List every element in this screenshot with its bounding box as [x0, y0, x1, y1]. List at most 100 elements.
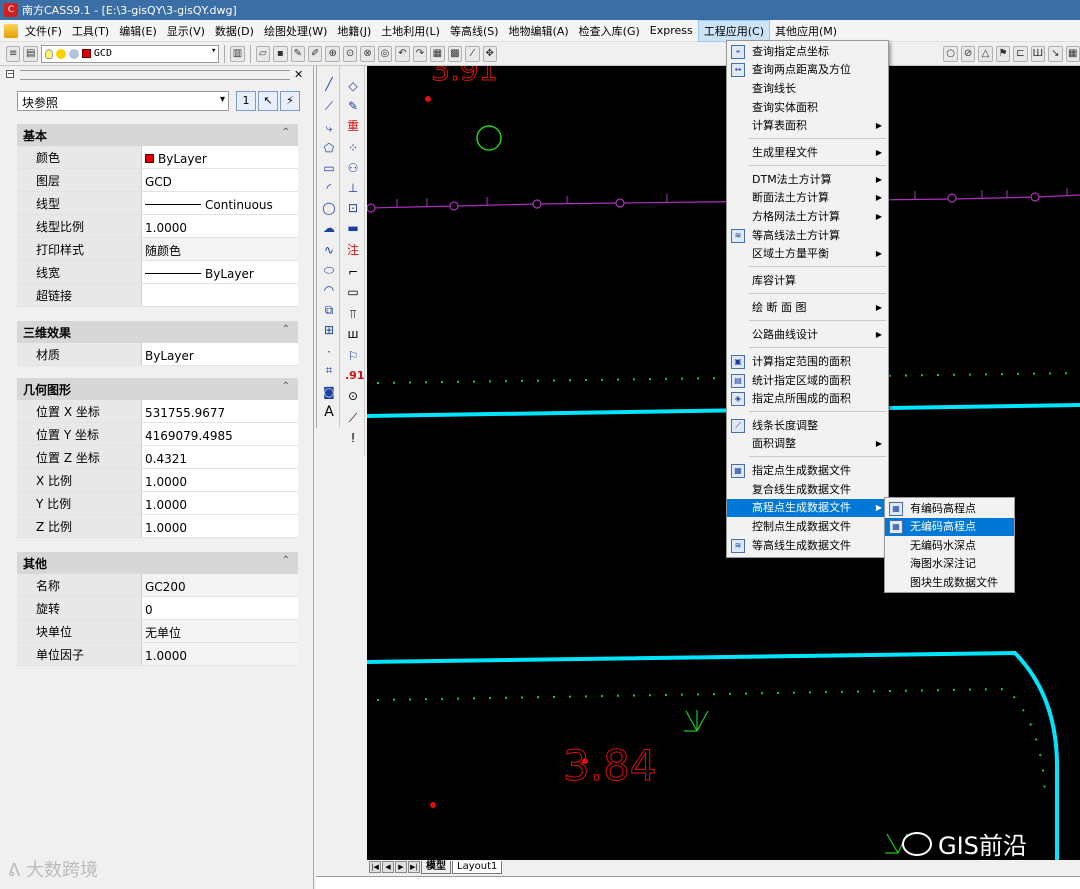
tab-model[interactable]: 模型: [421, 860, 451, 874]
menu-view[interactable]: 显示(V): [162, 21, 210, 41]
prop-row-material[interactable]: 材质 ByLayer: [17, 343, 298, 366]
menu-contour-earthwork[interactable]: ≋ 等高线法土方计算: [727, 227, 888, 245]
zoom-realtime-icon[interactable]: ⊕: [325, 45, 340, 62]
tag-icon[interactable]: ◇: [345, 78, 361, 94]
layer-state-icon[interactable]: ▤: [23, 45, 38, 62]
prop-value[interactable]: 1.0000: [142, 492, 298, 514]
rectangle-icon[interactable]: ▭: [321, 160, 337, 176]
binoculars-icon[interactable]: ⚇: [345, 160, 361, 176]
menu-area-adjust[interactable]: 面积调整 ▶: [727, 435, 888, 453]
menu-edit[interactable]: 编辑(E): [114, 21, 162, 41]
menu-section-earthwork[interactable]: 断面法土方计算 ▶: [727, 189, 888, 207]
prop-row-linetype[interactable]: 线型 Continuous: [17, 192, 298, 215]
flag-icon[interactable]: ⚑: [995, 45, 1011, 62]
prop-row-scale-x[interactable]: X 比例 1.0000: [17, 469, 298, 492]
prop-row-scale-z[interactable]: Z 比例 1.0000: [17, 515, 298, 538]
prop-row-pos-x[interactable]: 位置 X 坐标 531755.9677: [17, 400, 298, 423]
prop-row-pos-y[interactable]: 位置 Y 坐标 4169079.4985: [17, 423, 298, 446]
polygon-icon[interactable]: ⬠: [321, 140, 337, 156]
menu-express[interactable]: Express: [645, 22, 698, 39]
prop-value[interactable]: 1.0000: [142, 215, 298, 237]
toggle-pickadd-button[interactable]: 1: [236, 91, 256, 111]
prop-value[interactable]: ByLayer: [142, 261, 298, 283]
layers-icon[interactable]: ≡: [6, 45, 21, 62]
fence-icon[interactable]: Ш: [1030, 45, 1046, 62]
ruler-icon[interactable]: ▬: [345, 220, 361, 236]
object-type-select[interactable]: 块参照 ▾: [17, 91, 229, 111]
prop-row-block-unit[interactable]: 块单位 无单位: [17, 620, 298, 643]
mtext-icon[interactable]: A: [321, 404, 337, 420]
menu-road-curve[interactable]: 公路曲线设计 ▶: [727, 326, 888, 344]
select-objects-button[interactable]: ↖: [258, 91, 278, 111]
save-icon[interactable]: ▪: [273, 45, 288, 62]
command-line[interactable]: [316, 876, 1080, 889]
ellipse-icon[interactable]: ⬭: [321, 262, 337, 278]
tab-layout1[interactable]: Layout1: [452, 860, 503, 874]
menu-feature-edit[interactable]: 地物编辑(A): [504, 21, 574, 41]
section-header[interactable]: 三维效果 ⌃: [17, 321, 298, 343]
menu-contour-datafile[interactable]: ≋ 等高线生成数据文件: [727, 537, 888, 555]
collapse-icon[interactable]: ⌃: [282, 127, 290, 138]
prev-tab-icon[interactable]: ◀: [382, 861, 394, 873]
prop-row-color[interactable]: 颜色 ByLayer: [17, 146, 298, 169]
elevation-point-icon[interactable]: .91: [345, 368, 365, 384]
menu-grid-earthwork[interactable]: 方格网法土方计算 ▶: [727, 208, 888, 226]
polyline-icon[interactable]: ⤷: [321, 120, 337, 136]
point-icon[interactable]: ·: [321, 344, 337, 360]
menu-points-area[interactable]: ◈ 指定点所围成的面积: [727, 390, 888, 408]
curve-icon[interactable]: ⵑ: [345, 430, 361, 446]
prop-row-lineweight[interactable]: 线宽 ByLayer: [17, 261, 298, 284]
menu-dtm-earthwork[interactable]: DTM法土方计算 ▶: [727, 171, 888, 189]
comb-icon[interactable]: ⫪: [345, 306, 361, 322]
submenu-coded-elevation[interactable]: ▦ 有编码高程点: [885, 500, 1014, 518]
zoom-icon[interactable]: ⊙: [342, 45, 358, 62]
layer-combo[interactable]: GCD ▾: [40, 44, 220, 63]
prop-row-scale-y[interactable]: Y 比例 1.0000: [17, 492, 298, 515]
prop-value[interactable]: 1.0000: [142, 515, 298, 537]
prop-value[interactable]: 4169079.4985: [142, 423, 298, 445]
prop-row-rotation[interactable]: 旋转 0: [17, 597, 298, 620]
table-icon[interactable]: ▩: [447, 45, 463, 62]
pencil-icon[interactable]: ✎: [290, 45, 305, 62]
hatch-icon[interactable]: ⌗: [321, 362, 337, 378]
menu-query-point-coord[interactable]: ⌖ 查询指定点坐标: [727, 43, 888, 61]
menu-drawing[interactable]: 绘图处理(W): [259, 21, 332, 41]
menu-point-datafile[interactable]: ▦ 指定点生成数据文件: [727, 462, 888, 480]
ellipse-arc-icon[interactable]: ◠: [321, 282, 337, 298]
submenu-uncoded-depth[interactable]: 无编码水深点: [885, 537, 1014, 555]
make-block-icon[interactable]: ⊞: [321, 322, 337, 338]
bracket-icon[interactable]: ⊏: [1013, 45, 1028, 62]
arrow-tool-icon[interactable]: ↘: [1048, 45, 1063, 62]
annotate-icon[interactable]: 注: [345, 242, 361, 258]
menu-polyline-datafile[interactable]: 复合线生成数据文件: [727, 481, 888, 499]
menu-contour[interactable]: 等高线(S): [445, 21, 504, 41]
menu-elevation-datafile[interactable]: 高程点生成数据文件 ▶: [727, 499, 888, 517]
slope-icon[interactable]: ⟋: [345, 410, 361, 426]
prop-value[interactable]: ByLayer: [142, 146, 298, 168]
zoom-window-icon[interactable]: ⊗: [360, 45, 375, 62]
brush-icon[interactable]: ⁄: [465, 45, 480, 62]
menu-engineering[interactable]: 工程应用(C): [697, 19, 770, 42]
menu-tools[interactable]: 工具(T): [67, 21, 114, 41]
undo-icon[interactable]: ↶: [395, 45, 410, 62]
menu-surface-area[interactable]: 计算表面积 ▶: [727, 117, 888, 135]
menu-data[interactable]: 数据(D): [210, 21, 259, 41]
construction-line-icon[interactable]: ⟋: [321, 98, 337, 114]
zoom-previous-icon[interactable]: ◎: [377, 45, 393, 62]
next-tab-icon[interactable]: ▶: [395, 861, 407, 873]
menu-range-area[interactable]: ▣ 计算指定范围的面积: [727, 353, 888, 371]
collapse-icon[interactable]: ⌃: [282, 324, 290, 335]
prop-value[interactable]: 0: [142, 597, 298, 619]
last-tab-icon[interactable]: ▶|: [408, 861, 420, 873]
prop-row-linetype-scale[interactable]: 线型比例 1.0000: [17, 215, 298, 238]
revcloud-icon[interactable]: ☁: [321, 220, 337, 236]
control-point-icon[interactable]: ⊙: [345, 388, 361, 404]
triangle-icon[interactable]: △: [978, 45, 993, 62]
properties-icon[interactable]: ▦: [430, 45, 445, 62]
menu-query-distance[interactable]: ↔ 查询两点距离及方位: [727, 61, 888, 79]
menu-other[interactable]: 其他应用(M): [770, 21, 842, 41]
close-icon[interactable]: ✕: [294, 68, 303, 81]
menu-earthwork-balance[interactable]: 区域土方量平衡 ▶: [727, 245, 888, 263]
pen-icon[interactable]: ✐: [307, 45, 323, 62]
prop-value[interactable]: 531755.9677: [142, 400, 298, 422]
